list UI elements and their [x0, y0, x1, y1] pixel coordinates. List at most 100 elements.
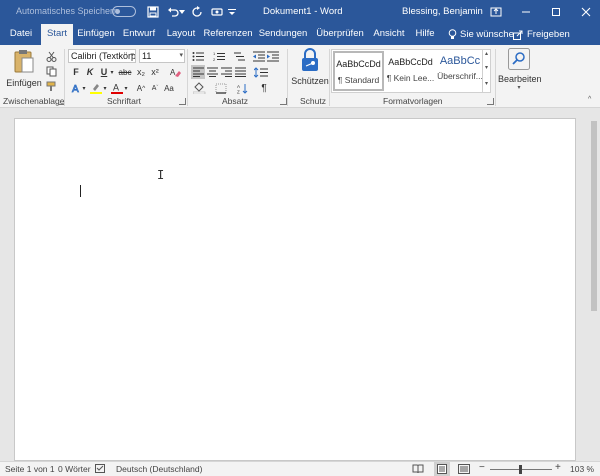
collapse-ribbon-icon[interactable]: ^ — [588, 96, 591, 103]
font-name-combo[interactable]: Calibri (Textkörpe ▾ — [68, 49, 136, 63]
align-left-button[interactable] — [191, 65, 205, 79]
tab-referenzen[interactable]: Referenzen — [203, 24, 253, 45]
save-icon[interactable] — [145, 4, 161, 20]
bullets-icon[interactable] — [191, 49, 205, 63]
subscript-button[interactable]: x₂ — [134, 65, 148, 79]
read-mode-icon[interactable] — [412, 464, 424, 476]
undo-dropdown-icon[interactable] — [178, 4, 186, 20]
chevron-down-icon[interactable]: ▾ — [123, 81, 129, 95]
paragraph-launcher-icon[interactable] — [280, 98, 287, 105]
style-heading-1[interactable]: AaBbCc Überschrif... — [436, 51, 484, 91]
style-standard[interactable]: AaBbCcDd ¶ Standard — [333, 51, 384, 91]
font-launcher-icon[interactable] — [179, 98, 186, 105]
autosave-toggle[interactable] — [112, 6, 136, 17]
highlight-color-icon[interactable] — [89, 81, 103, 95]
clear-formatting-icon[interactable]: A — [168, 65, 182, 79]
editing-button[interactable]: Bearbeiten ▾ — [498, 48, 542, 91]
customize-qat-icon[interactable] — [227, 4, 237, 20]
vertical-scrollbar[interactable] — [588, 109, 600, 461]
tab-datei[interactable]: Datei — [5, 24, 37, 45]
chevron-up-icon[interactable]: ▴ — [485, 50, 488, 57]
superscript-button[interactable]: x² — [148, 65, 162, 79]
strikethrough-button[interactable]: abc — [116, 65, 134, 79]
svg-text:A: A — [113, 83, 119, 93]
font-color-icon[interactable]: A — [110, 81, 124, 95]
italic-button[interactable]: K — [83, 65, 97, 79]
language-indicator[interactable]: Deutsch (Deutschland) — [116, 464, 202, 474]
borders-icon[interactable] — [213, 81, 229, 95]
separator — [495, 49, 496, 106]
chevron-down-icon[interactable]: ▾ — [485, 64, 488, 71]
font-size-shrink-icon[interactable]: Aˇ — [148, 81, 162, 95]
cut-icon[interactable] — [44, 49, 58, 63]
font-group-label: Schriftart — [107, 96, 142, 106]
chevron-down-icon[interactable]: ▾ — [102, 81, 108, 95]
print-layout-icon[interactable] — [434, 462, 450, 476]
expand-gallery-icon[interactable]: ▾ — [485, 80, 488, 87]
tell-me-search[interactable]: Sie wünsche — [448, 24, 514, 45]
decrease-indent-icon[interactable] — [252, 49, 266, 63]
zoom-in-button[interactable]: + — [555, 462, 561, 473]
document-page[interactable] — [14, 118, 576, 461]
increase-indent-icon[interactable] — [266, 49, 280, 63]
page-count[interactable]: Seite 1 von 1 — [5, 464, 55, 474]
justify-button[interactable] — [233, 65, 247, 79]
share-button[interactable]: Freigeben — [513, 24, 570, 45]
close-icon[interactable] — [578, 4, 594, 20]
redo-icon[interactable] — [189, 4, 205, 20]
zoom-out-button[interactable]: − — [479, 462, 485, 473]
web-layout-icon[interactable] — [458, 464, 470, 476]
zoom-level[interactable]: 103 % — [570, 464, 594, 474]
protect-button[interactable]: Schützen — [291, 48, 329, 86]
scrollbar-thumb[interactable] — [591, 121, 597, 311]
style-no-spacing[interactable]: AaBbCcDd ¶ Kein Lee... — [385, 51, 436, 91]
line-spacing-icon[interactable] — [252, 65, 272, 79]
numbering-icon[interactable]: 12 — [212, 49, 226, 63]
chevron-down-icon[interactable]: ▾ — [108, 65, 116, 79]
tab-ansicht[interactable]: Ansicht — [371, 24, 407, 45]
ribbon-tabs: Datei Start Einfügen Entwurf Layout Refe… — [0, 24, 600, 45]
styles-launcher-icon[interactable] — [487, 98, 494, 105]
tab-sendungen[interactable]: Sendungen — [258, 24, 308, 45]
maximize-icon[interactable] — [548, 4, 564, 20]
change-case-icon[interactable]: Aa — [162, 81, 176, 95]
tab-layout[interactable]: Layout — [163, 24, 199, 45]
tab-hilfe[interactable]: Hilfe — [411, 24, 439, 45]
paragraph-group-label: Absatz — [222, 96, 248, 106]
show-formatting-marks-icon[interactable]: ¶ — [257, 81, 271, 95]
shading-icon[interactable] — [191, 81, 207, 95]
tab-entwurf[interactable]: Entwurf — [120, 24, 158, 45]
proofing-icon[interactable] — [95, 464, 106, 476]
paste-button[interactable]: Einfügen — [6, 48, 42, 88]
ribbon-display-icon[interactable] — [488, 4, 504, 20]
minimize-icon[interactable] — [518, 4, 534, 20]
chevron-down-icon: ▾ — [130, 52, 134, 59]
multilevel-list-icon[interactable] — [232, 49, 246, 63]
ribbon-home: Einfügen Zwischenablage Calibri (Textkör… — [0, 45, 600, 108]
user-name[interactable]: Blessing, Benjamin — [402, 6, 483, 17]
chevron-down-icon[interactable]: ▾ — [81, 81, 87, 95]
font-size-grow-icon[interactable]: A ^ — [134, 81, 148, 95]
separator — [64, 49, 65, 106]
share-icon — [513, 30, 523, 40]
align-right-button[interactable] — [219, 65, 233, 79]
touch-mode-icon[interactable] — [209, 4, 225, 20]
bold-button[interactable]: F — [69, 65, 83, 79]
sort-icon[interactable]: AZ — [236, 81, 250, 95]
status-bar: Seite 1 von 1 0 Wörter Deutsch (Deutschl… — [0, 461, 600, 476]
align-center-button[interactable] — [205, 65, 219, 79]
separator — [329, 49, 330, 106]
lightbulb-icon — [448, 29, 457, 39]
zoom-slider-thumb[interactable] — [519, 465, 522, 474]
format-painter-icon[interactable] — [44, 79, 58, 93]
svg-text:1: 1 — [213, 51, 216, 56]
styles-gallery-scroll[interactable]: ▴ ▾ ▾ — [482, 49, 492, 93]
tab-einfuegen[interactable]: Einfügen — [76, 24, 116, 45]
search-icon — [508, 48, 530, 70]
word-count[interactable]: 0 Wörter — [58, 464, 91, 474]
tab-start[interactable]: Start — [41, 24, 73, 45]
tab-ueberpruefen[interactable]: Überprüfen — [313, 24, 367, 45]
font-size-combo[interactable]: 11 ▾ — [139, 49, 185, 63]
copy-icon[interactable] — [44, 64, 58, 78]
chevron-down-icon: ▾ — [179, 52, 183, 59]
